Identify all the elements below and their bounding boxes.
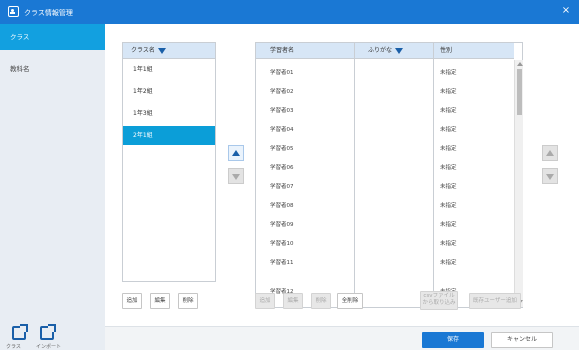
add-existing-user-button[interactable]: 既存ユーザー追加 (469, 293, 521, 309)
table-row[interactable]: 学習者04 未指定 (256, 121, 514, 140)
table-row[interactable]: 学習者03 未指定 (256, 102, 514, 121)
cell-gender: 未指定 (440, 222, 457, 228)
class-row-selected[interactable]: 2年1組 (123, 126, 215, 145)
export-icon[interactable] (12, 324, 28, 340)
table-scrollbar[interactable] (514, 60, 523, 307)
table-row[interactable]: 学習者07 未指定 (256, 178, 514, 197)
table-row[interactable]: 学習者01 未指定 (256, 64, 514, 83)
class-add-button[interactable]: 追加 (122, 293, 142, 309)
sort-desc-icon (157, 47, 166, 54)
cell-name: 学習者05 (270, 146, 294, 152)
footer-bar: 保存 キャンセル (105, 326, 579, 350)
contact-card-icon (8, 6, 19, 17)
import-icon[interactable] (40, 324, 56, 340)
csv-import-label-line2: から取り込み (422, 300, 456, 306)
sidebar: クラス 教科名 クラス インポート (0, 24, 105, 350)
student-table-header: 学習者名 ふりがな 性別 (256, 43, 514, 59)
table-row[interactable]: 学習者10 未指定 (256, 235, 514, 254)
table-row[interactable]: 学習者02 未指定 (256, 83, 514, 102)
class-list-header-label: クラス名 (131, 47, 155, 54)
class-list-header[interactable]: クラス名 (123, 43, 215, 59)
student-move-down-button[interactable] (542, 168, 558, 184)
class-row[interactable]: 1年3組 (123, 104, 215, 123)
cell-gender: 未指定 (440, 108, 457, 114)
cell-gender: 未指定 (440, 165, 457, 171)
close-button[interactable]: × (559, 4, 573, 18)
class-delete-button[interactable]: 削除 (178, 293, 198, 309)
window-title: クラス情報管理 (24, 9, 73, 17)
cancel-button[interactable]: キャンセル (491, 332, 553, 348)
up-arrow-icon (232, 150, 240, 156)
scroll-up-icon[interactable] (517, 62, 523, 66)
table-row[interactable]: 学習者09 未指定 (256, 216, 514, 235)
export-label: クラス (6, 344, 21, 350)
cell-name: 学習者06 (270, 165, 294, 171)
column-header-kana-label: ふりがな (368, 47, 393, 54)
title-bar: クラス情報管理 × (0, 0, 579, 24)
move-up-button[interactable] (228, 145, 244, 161)
cell-name: 学習者10 (270, 241, 294, 247)
csv-import-button[interactable]: csvファイル から取り込み (420, 291, 458, 310)
cell-name: 学習者01 (270, 70, 294, 76)
student-delete-button[interactable]: 削除 (311, 293, 331, 309)
column-header-name[interactable]: 学習者名 (270, 43, 294, 59)
class-row[interactable]: 1年2組 (123, 82, 215, 101)
save-button[interactable]: 保存 (422, 332, 484, 348)
import-label: インポート (36, 344, 62, 350)
table-row[interactable]: 学習者05 未指定 (256, 140, 514, 159)
move-down-button[interactable] (228, 168, 244, 184)
cell-name: 学習者09 (270, 222, 294, 228)
sidebar-item-class[interactable]: クラス (0, 24, 105, 50)
column-header-kana[interactable]: ふりがな (368, 43, 404, 59)
sidebar-footer: クラス インポート (0, 322, 105, 350)
cell-gender: 未指定 (440, 70, 457, 76)
main-panel: クラス名 1年1組 1年2組 1年3組 2年1組 学習者名 ふりがな 性別 学習… (105, 24, 579, 350)
sidebar-item-subject[interactable]: 教科名 (0, 56, 105, 82)
cell-gender: 未指定 (440, 241, 457, 247)
cell-name: 学習者02 (270, 89, 294, 95)
scroll-thumb[interactable] (517, 69, 522, 115)
cell-name: 学習者03 (270, 108, 294, 114)
cell-gender: 未指定 (440, 127, 457, 133)
student-table: 学習者名 ふりがな 性別 学習者01 未指定 学習者02 未指定 学習者03 未指定 … (255, 42, 523, 308)
student-move-up-button[interactable] (542, 145, 558, 161)
student-add-button[interactable]: 追加 (255, 293, 275, 309)
cell-name: 学習者11 (270, 260, 294, 266)
cell-gender: 未指定 (440, 89, 457, 95)
down-arrow-icon (232, 174, 240, 180)
column-header-gender[interactable]: 性別 (440, 43, 452, 59)
class-list: クラス名 1年1組 1年2組 1年3組 2年1組 (122, 42, 216, 282)
table-row[interactable]: 学習者08 未指定 (256, 197, 514, 216)
table-row[interactable]: 学習者11 未指定 (256, 254, 514, 273)
table-row[interactable]: 学習者06 未指定 (256, 159, 514, 178)
cell-name: 学習者04 (270, 127, 294, 133)
sort-desc-icon (395, 47, 404, 54)
student-delete-all-button[interactable]: 全削除 (337, 293, 363, 309)
cell-gender: 未指定 (440, 146, 457, 152)
cell-name: 学習者08 (270, 203, 294, 209)
down-arrow-icon (546, 174, 554, 180)
up-arrow-icon (546, 150, 554, 156)
cell-gender: 未指定 (440, 260, 457, 266)
class-row[interactable]: 1年1組 (123, 60, 215, 79)
csv-import-label-line1: csvファイル (423, 293, 455, 299)
cell-gender: 未指定 (440, 203, 457, 209)
cell-name: 学習者07 (270, 184, 294, 190)
student-edit-button[interactable]: 編集 (283, 293, 303, 309)
class-edit-button[interactable]: 編集 (150, 293, 170, 309)
cell-gender: 未指定 (440, 184, 457, 190)
